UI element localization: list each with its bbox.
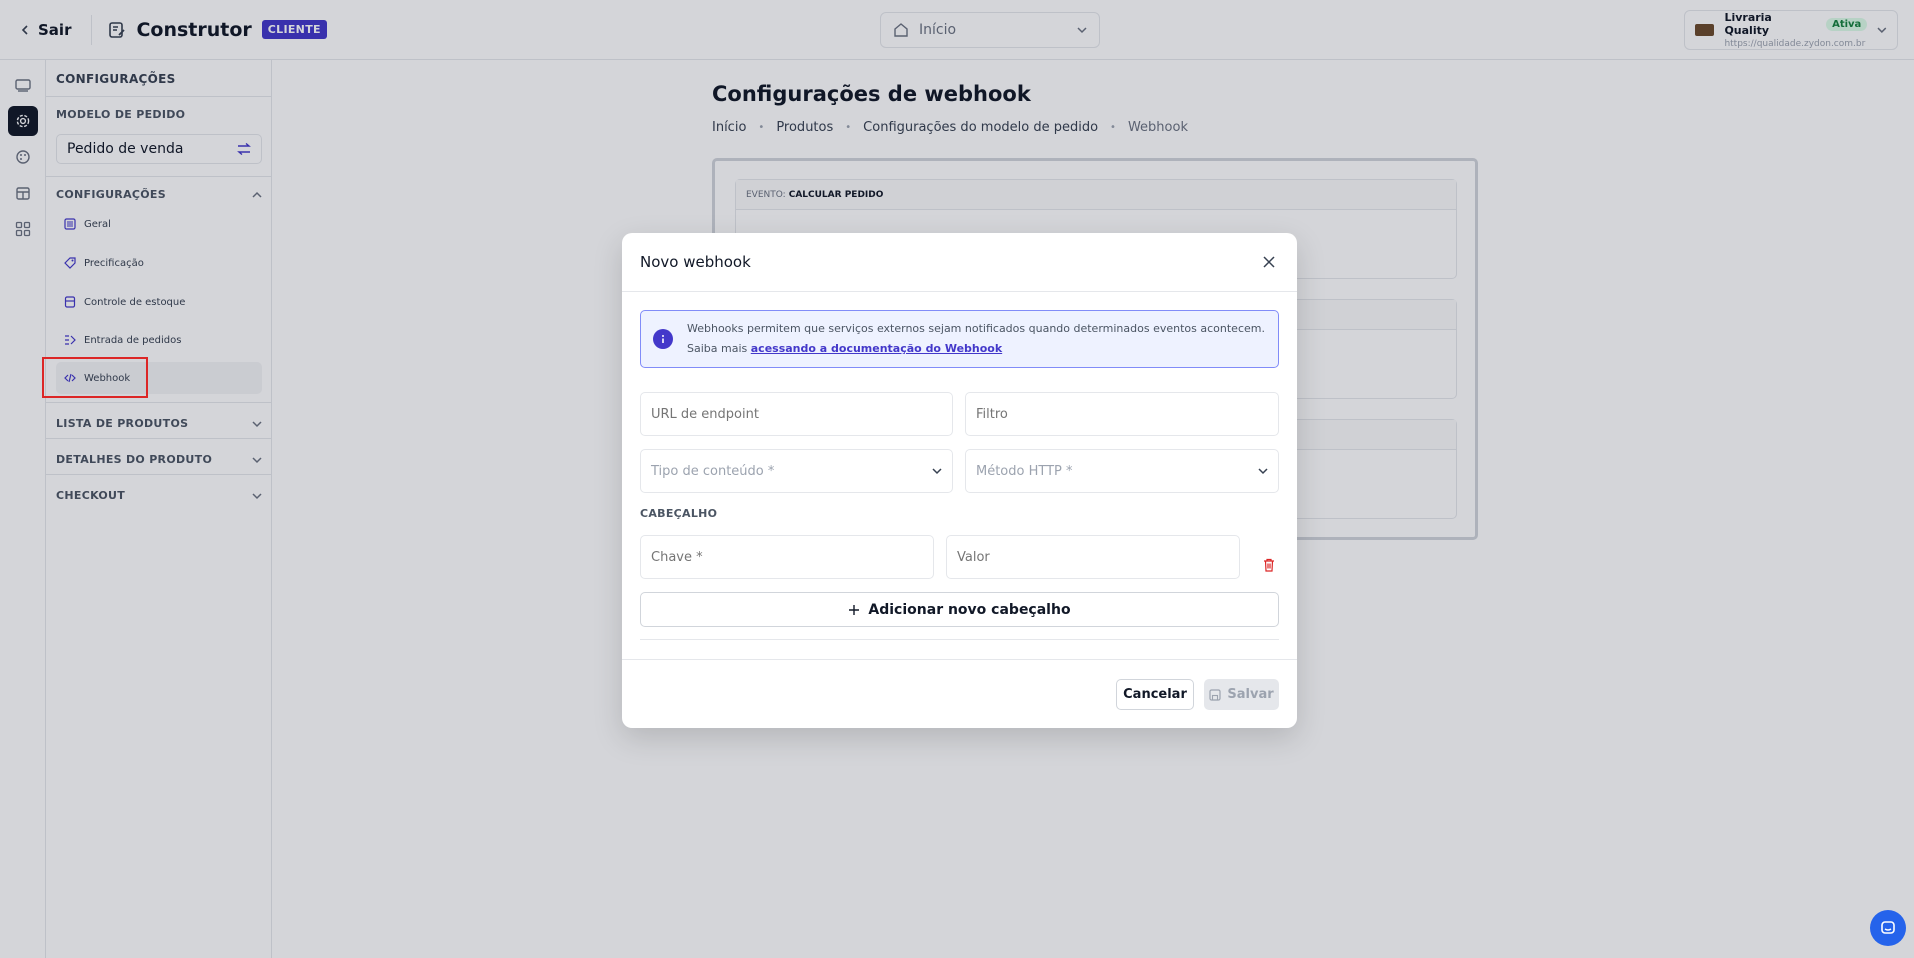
new-webhook-modal: Novo webhook Webhooks permitem que servi… [622,233,1297,728]
header-section-label: CABEÇALHO [640,507,718,520]
save-button[interactable]: Salvar [1204,679,1279,710]
close-button[interactable] [1259,252,1279,272]
filter-input[interactable] [965,392,1279,436]
info-icon [653,329,673,349]
save-icon [1209,688,1221,701]
info-text: Webhooks permitem que serviços externos … [687,319,1266,359]
plus-icon [849,604,860,615]
documentation-link[interactable]: acessando a documentação do Webhook [751,342,1002,355]
save-label: Salvar [1227,687,1274,702]
cancel-button[interactable]: Cancelar [1116,679,1194,710]
info-alert: Webhooks permitem que serviços externos … [640,310,1279,368]
chat-launcher-button[interactable] [1870,910,1906,946]
chevron-down-icon [1258,468,1268,475]
header-value-input[interactable] [946,535,1240,579]
modal-title: Novo webhook [640,253,751,271]
add-header-button[interactable]: Adicionar novo cabeçalho [640,592,1279,627]
close-icon [1263,256,1275,268]
endpoint-url-input[interactable] [640,392,953,436]
divider [622,659,1297,660]
modal-header: Novo webhook [622,233,1297,292]
chat-icon [1881,921,1895,934]
http-method-placeholder: Método HTTP * [976,463,1073,479]
chevron-down-icon [932,468,942,475]
content-type-placeholder: Tipo de conteúdo * [651,463,775,479]
header-key-input[interactable] [640,535,934,579]
content-type-select[interactable]: Tipo de conteúdo * [640,449,953,493]
trash-icon [1264,558,1274,572]
http-method-select[interactable]: Método HTTP * [965,449,1279,493]
add-header-label: Adicionar novo cabeçalho [868,601,1071,618]
delete-header-button[interactable] [1260,556,1278,574]
divider [640,639,1279,640]
